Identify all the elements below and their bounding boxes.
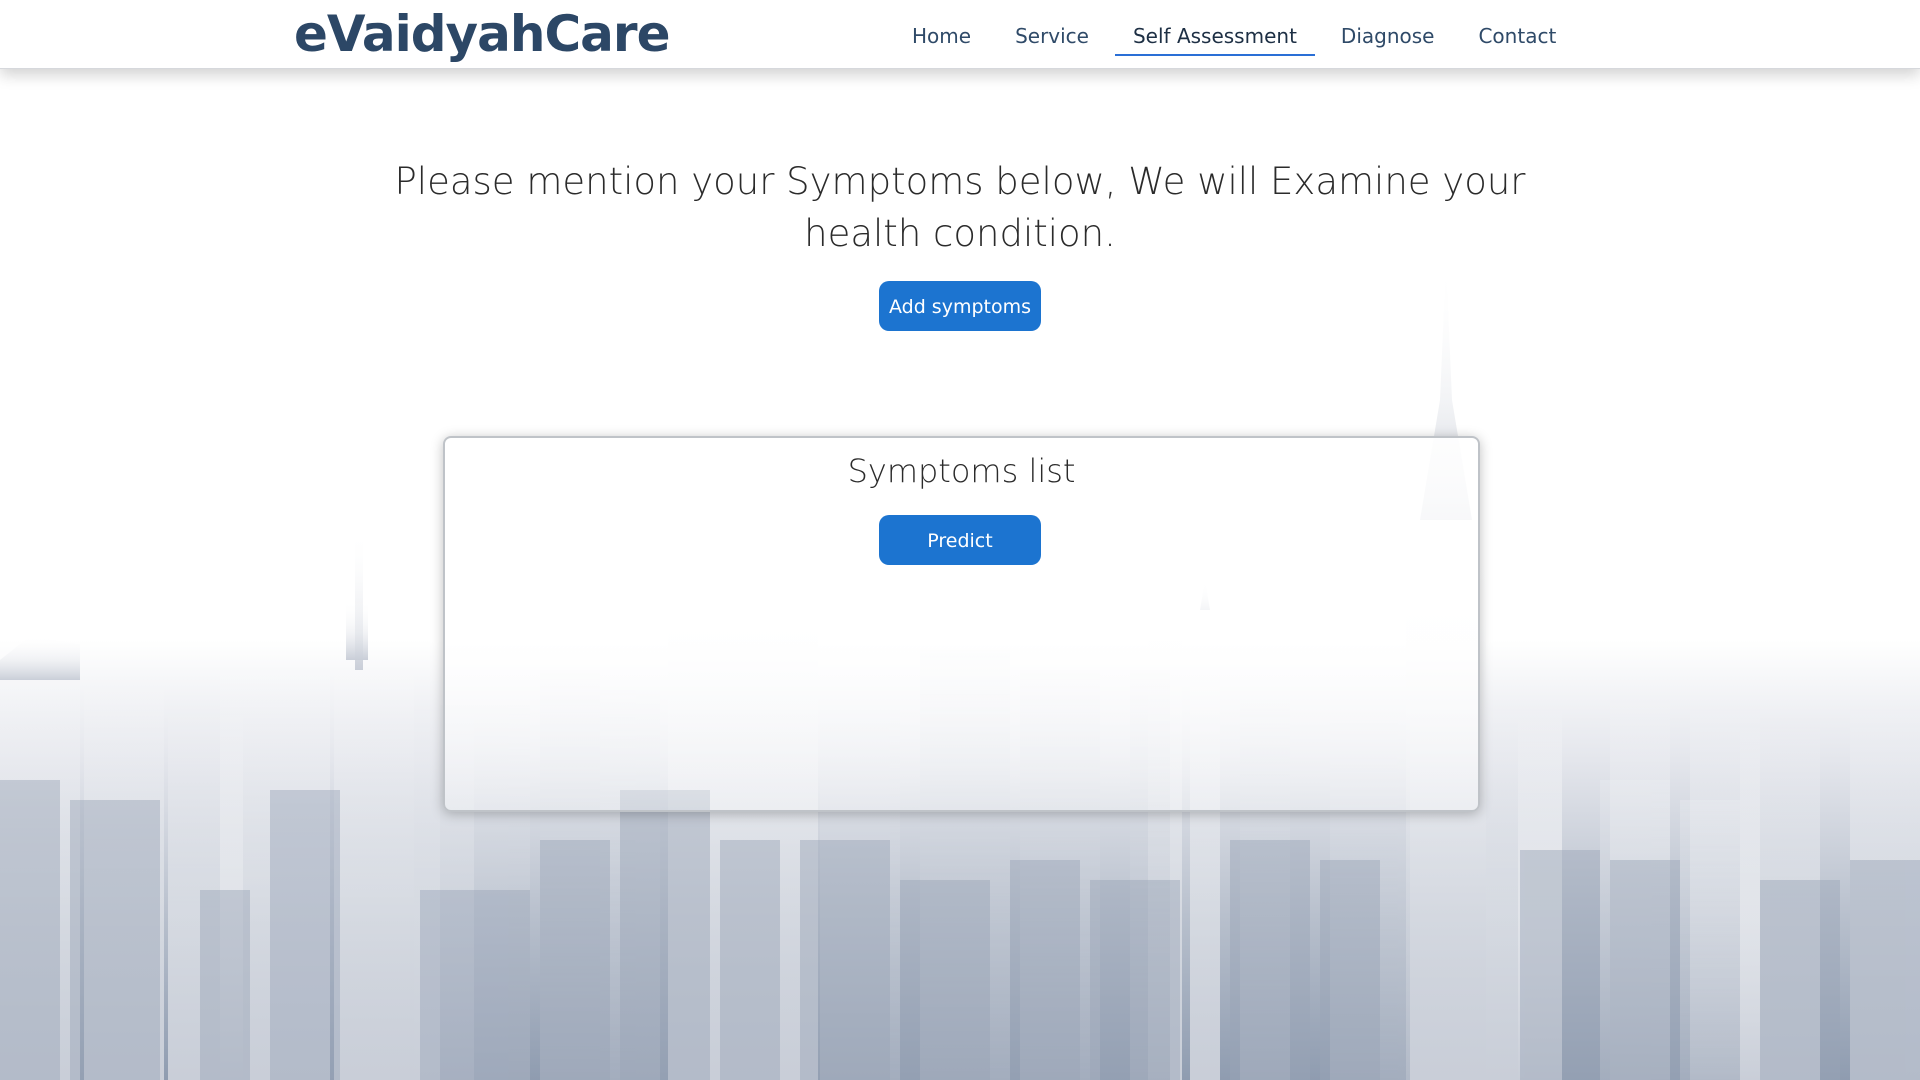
main-nav: Home Service Self Assessment Diagnose Co… [894, 18, 1582, 58]
nav-home[interactable]: Home [894, 18, 989, 58]
nav-service[interactable]: Service [997, 18, 1107, 58]
page-heading: Please mention your Symptoms below, We w… [394, 160, 1526, 255]
nav-diagnose[interactable]: Diagnose [1323, 18, 1453, 58]
brand-logo[interactable]: eVaidyahCare [294, 2, 670, 66]
top-navbar: eVaidyahCare Home Service Self Assessmen… [0, 0, 1920, 69]
symptoms-list-title: Symptoms list [847, 452, 1076, 490]
nav-contact[interactable]: Contact [1460, 18, 1574, 58]
symptoms-list-card: Symptoms list Predict [443, 436, 1480, 812]
nav-self-assessment[interactable]: Self Assessment [1114, 18, 1315, 56]
predict-button[interactable]: Predict [879, 515, 1041, 565]
add-symptoms-button[interactable]: Add symptoms [879, 281, 1041, 331]
page: eVaidyahCare Home Service Self Assessmen… [0, 0, 1920, 1080]
